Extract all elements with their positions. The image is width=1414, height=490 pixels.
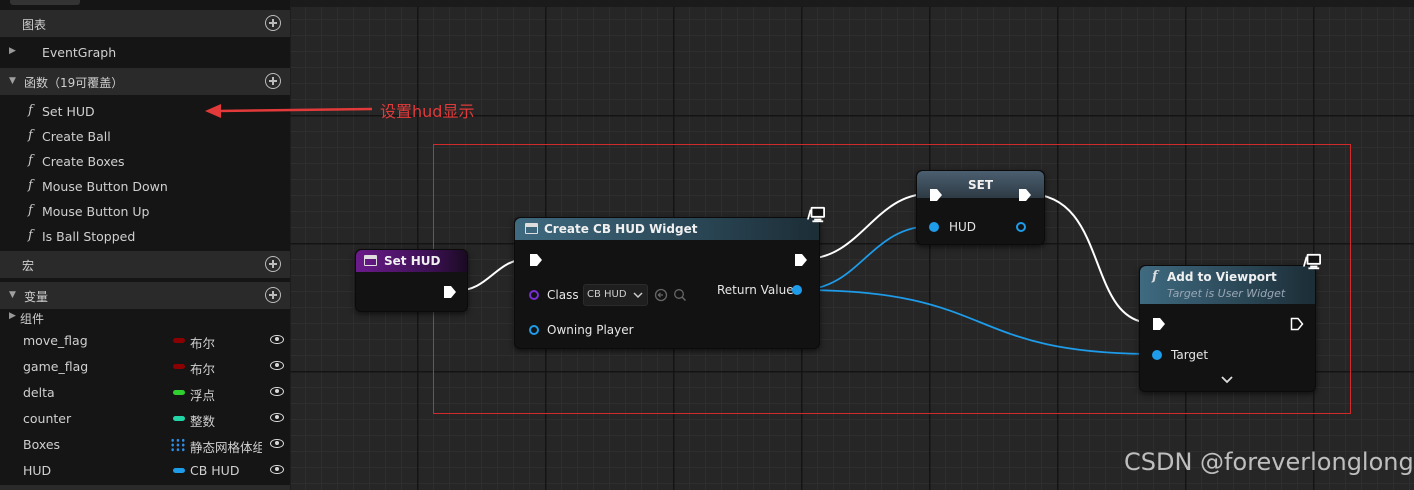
hud-input-pin[interactable]: [929, 222, 939, 232]
node-set-hud-entry[interactable]: Set HUD: [355, 249, 468, 312]
class-value: CB HUD: [587, 289, 627, 300]
node-header: f Add to Viewport Target is User Widget: [1140, 266, 1315, 304]
node-title: Set HUD: [384, 254, 441, 268]
node-header: Set HUD: [356, 250, 467, 272]
class-label: Class: [547, 288, 579, 302]
node-title: Create CB HUD Widget: [544, 222, 698, 236]
authority-monitor-icon: [1303, 253, 1321, 270]
search-icon[interactable]: [673, 288, 687, 302]
node-title: SET: [968, 178, 994, 192]
authority-monitor-icon: [807, 206, 825, 223]
owning-player-label: Owning Player: [547, 323, 634, 337]
node-header: Create CB HUD Widget: [515, 218, 819, 240]
chevron-down-icon[interactable]: [1221, 376, 1233, 384]
class-dropdown[interactable]: CB HUD: [583, 284, 648, 306]
watermark: CSDN @foreverlonglong: [1124, 448, 1414, 476]
node-set-variable[interactable]: SET HUD: [916, 170, 1045, 245]
node-create-widget[interactable]: Create CB HUD Widget Class CB HUD Return…: [514, 217, 820, 349]
node-title: Add to Viewport: [1167, 270, 1277, 284]
node-add-to-viewport[interactable]: f Add to Viewport Target is User Widget …: [1139, 265, 1316, 392]
function-node-icon: [364, 255, 377, 266]
class-pin[interactable]: [529, 290, 539, 300]
hud-pin-label: HUD: [949, 220, 977, 234]
return-value-label: Return Value: [717, 283, 794, 297]
return-value-pin[interactable]: [792, 285, 802, 295]
hud-output-pin[interactable]: [1016, 222, 1026, 232]
node-subtitle: Target is User Widget: [1167, 287, 1286, 300]
annotation-arrow-line: [217, 107, 373, 113]
annotation-arrow-head: [205, 104, 221, 118]
function-node-icon: [525, 223, 538, 234]
chevron-down-icon: [633, 292, 643, 299]
owning-player-pin[interactable]: [529, 325, 539, 335]
browse-back-icon[interactable]: [654, 288, 668, 302]
function-icon: f: [1152, 269, 1158, 284]
annotation-label: 设置hud显示: [380, 102, 475, 121]
target-pin[interactable]: [1152, 350, 1162, 360]
target-label: Target: [1171, 348, 1209, 362]
